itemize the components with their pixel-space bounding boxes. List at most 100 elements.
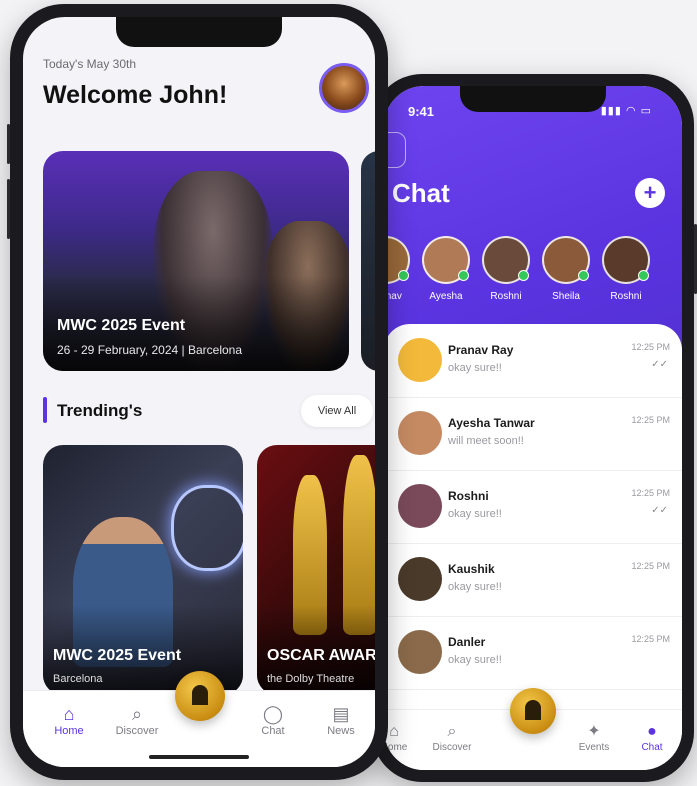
chat-name: Roshni xyxy=(448,489,489,503)
chat-screen: 9:41 ▮▮▮ ◠ ▭ Chat + Pranav Ayesha Roshni xyxy=(384,86,682,770)
online-dot xyxy=(458,270,469,281)
chat-row[interactable]: Pranav Ray okay sure!! 12:25 PM ✓✓ xyxy=(384,324,682,398)
section-accent xyxy=(43,397,47,423)
chat-icon: ● xyxy=(647,723,657,740)
chat-time: 12:25 PM xyxy=(631,561,670,571)
chat-avatar xyxy=(398,557,442,601)
nav-label: Chat xyxy=(641,742,663,753)
story-avatar xyxy=(542,236,590,284)
story[interactable]: Ayesha xyxy=(422,236,470,302)
notch xyxy=(116,17,282,47)
center-action-button[interactable] xyxy=(175,671,225,721)
trending-card-title: MWC 2025 Event xyxy=(53,647,182,664)
story[interactable]: Sheila xyxy=(542,236,590,302)
event-title: MWC 2025 Event xyxy=(57,317,186,334)
search-icon: ⌕ xyxy=(131,704,143,724)
chat-time: 12:25 PM xyxy=(631,342,670,352)
chat-icon: ◯ xyxy=(262,704,284,724)
door-icon xyxy=(525,700,541,720)
center-action-button[interactable] xyxy=(510,688,556,734)
notch xyxy=(460,86,606,112)
nav-discover[interactable]: ⌕ Discover xyxy=(424,722,480,753)
chat-message: okay sure!! xyxy=(448,581,502,593)
status-time: 9:41 xyxy=(408,104,435,119)
chat-title: Chat xyxy=(392,178,450,208)
nav-news[interactable]: ▤ News xyxy=(311,703,371,737)
chat-name: Pranav Ray xyxy=(448,343,514,357)
profile-avatar[interactable] xyxy=(319,63,369,113)
chat-name: Kaushik xyxy=(448,562,495,576)
chat-time: 12:25 PM xyxy=(631,634,670,644)
chat-avatar xyxy=(398,630,442,674)
trending-card-subtitle: Barcelona xyxy=(53,673,103,685)
chat-row[interactable]: Kaushik okay sure!! 12:25 PM xyxy=(384,543,682,617)
chat-message: okay sure!! xyxy=(448,654,502,666)
story-name: Roshni xyxy=(610,291,642,302)
chat-phone: 9:41 ▮▮▮ ◠ ▭ Chat + Pranav Ayesha Roshni xyxy=(372,74,697,782)
home-screen: Today's May 30th Welcome John! MWC 2025 … xyxy=(23,17,375,767)
chat-name: Ayesha Tanwar xyxy=(448,416,535,430)
chat-name: Danler xyxy=(448,635,486,649)
online-dot xyxy=(578,270,589,281)
bottom-nav: ⌂ Home ⌕ Discover ✦ Events ● Chat xyxy=(384,688,682,770)
door-icon xyxy=(192,685,208,705)
nav-home[interactable]: ⌂ Home xyxy=(39,703,99,737)
nav-discover[interactable]: ⌕ Discover xyxy=(107,703,167,737)
story-avatar xyxy=(602,236,650,284)
nav-label: Discover xyxy=(432,742,472,753)
view-all-button[interactable]: View All xyxy=(301,395,373,427)
home-icon: ⌂ xyxy=(63,704,75,724)
welcome-title: Welcome John! xyxy=(43,81,228,109)
online-dot xyxy=(638,270,649,281)
next-event-card[interactable]: N 2 xyxy=(361,151,375,371)
nav-label: Home xyxy=(384,742,408,753)
add-chat-button[interactable]: + xyxy=(635,178,665,208)
story-avatar xyxy=(422,236,470,284)
chat-avatar xyxy=(398,338,442,382)
nav-label: Discover xyxy=(115,725,159,737)
chat-list: Pranav Ray okay sure!! 12:25 PM ✓✓ Ayesh… xyxy=(384,324,682,744)
nav-home[interactable]: ⌂ Home xyxy=(384,722,422,753)
side-button xyxy=(7,179,10,239)
nav-label: Chat xyxy=(261,725,285,737)
bottom-nav: ⌂ Home ⌕ Discover ◯ Chat ▤ News xyxy=(23,671,375,767)
chat-message: okay sure!! xyxy=(448,362,502,374)
story-name: Ayesha xyxy=(429,291,463,302)
search-icon: ⌕ xyxy=(447,723,457,740)
chat-message: will meet soon!! xyxy=(448,435,524,447)
home-icon: ⌂ xyxy=(389,723,399,740)
apple-logo-icon xyxy=(171,485,243,571)
nav-label: News xyxy=(327,725,355,737)
story-name: Sheila xyxy=(552,291,580,302)
nav-label: Home xyxy=(54,725,84,737)
nav-events[interactable]: ✦ Events xyxy=(566,722,622,753)
story-avatar xyxy=(482,236,530,284)
chat-avatar xyxy=(398,484,442,528)
chat-row[interactable]: Danler okay sure!! 12:25 PM xyxy=(384,616,682,690)
event-subtitle: 26 - 29 February, 2024 | Barcelona xyxy=(57,343,243,357)
nav-chat[interactable]: ◯ Chat xyxy=(243,703,303,737)
story[interactable]: Roshni xyxy=(602,236,650,302)
status-icons: ▮▮▮ ◠ ▭ xyxy=(600,105,652,117)
date-label: Today's May 30th xyxy=(43,57,137,71)
online-dot xyxy=(518,270,529,281)
chat-row[interactable]: Ayesha Tanwar will meet soon!! 12:25 PM xyxy=(384,397,682,471)
news-icon: ▤ xyxy=(332,704,350,724)
nav-chat[interactable]: ● Chat xyxy=(624,722,680,753)
trending-title: Trending's xyxy=(57,401,143,420)
party-icon: ✦ xyxy=(587,723,601,740)
chat-time: 12:25 PM xyxy=(631,488,670,498)
trending-card-subtitle: the Dolby Theatre xyxy=(267,673,355,685)
nav-label: Events xyxy=(578,742,610,753)
home-phone: Today's May 30th Welcome John! MWC 2025 … xyxy=(7,4,388,780)
story-name: Roshni xyxy=(490,291,522,302)
chat-time: 12:25 PM xyxy=(631,415,670,425)
trending-card[interactable]: OSCAR AWARDS the Dolby Theatre xyxy=(257,445,375,695)
chat-row[interactable]: Roshni okay sure!! 12:25 PM ✓✓ xyxy=(384,470,682,544)
story[interactable]: Roshni xyxy=(482,236,530,302)
trending-card[interactable]: MWC 2025 Event Barcelona xyxy=(43,445,243,695)
chat-message: okay sure!! xyxy=(448,508,502,520)
trending-card-title: OSCAR AWARDS xyxy=(267,647,375,664)
chat-avatar xyxy=(398,411,442,455)
featured-event-card[interactable]: MWC 2025 Event 26 - 29 February, 2024 | … xyxy=(43,151,349,371)
